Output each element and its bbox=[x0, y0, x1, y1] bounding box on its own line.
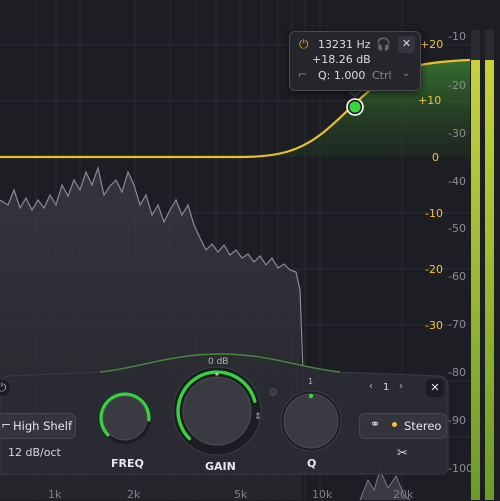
chevron-down-icon[interactable]: ⌄ bbox=[402, 68, 410, 79]
meter-label-minus20: -20 bbox=[448, 79, 466, 92]
freq-label-20k: 20k bbox=[393, 488, 414, 501]
gain-zero-label: 0 dB bbox=[208, 357, 229, 367]
meter-label-minus100: -100 bbox=[448, 462, 473, 475]
stereo-label: Stereo bbox=[404, 419, 442, 433]
slope-selector[interactable]: 12 dB/oct bbox=[8, 446, 61, 459]
freq-knob[interactable] bbox=[99, 392, 151, 444]
meter-label-minus30: -30 bbox=[448, 127, 466, 140]
gain-scale-icon[interactable]: ⇕ bbox=[254, 412, 262, 422]
db-label-minus10: -10 bbox=[425, 207, 443, 220]
band-node-dot bbox=[349, 101, 361, 113]
gain-knob[interactable] bbox=[172, 366, 262, 456]
meter-right-level bbox=[485, 60, 494, 500]
q-label: Q bbox=[307, 457, 317, 470]
freq-label: FREQ bbox=[111, 457, 144, 470]
high-shelf-icon: ⌐ bbox=[298, 68, 308, 81]
freq-label-1k: 1k bbox=[48, 488, 62, 501]
shape-dropdown[interactable]: ⌐ High Shelf bbox=[0, 413, 76, 439]
freq-label-5k: 5k bbox=[234, 488, 248, 501]
split-scissors-icon[interactable]: ✂ bbox=[397, 446, 408, 461]
meter-label-minus40: -40 bbox=[448, 175, 466, 188]
high-shelf-icon: ⌐ bbox=[1, 418, 12, 432]
next-band-icon[interactable]: › bbox=[399, 381, 403, 392]
settings-gear-icon[interactable]: ⚙ bbox=[268, 386, 278, 399]
close-icon[interactable]: ✕ bbox=[398, 36, 415, 53]
db-label-minus30: -30 bbox=[425, 319, 443, 332]
db-label-plus20: +20 bbox=[420, 38, 444, 51]
power-icon[interactable]: ⏻ bbox=[299, 37, 309, 52]
band-number: 1 bbox=[383, 382, 390, 393]
tooltip-q: Q: 1.000 bbox=[318, 69, 366, 82]
db-label-minus20: -20 bbox=[425, 263, 443, 276]
stereo-dropdown[interactable]: ⚭ Stereo bbox=[359, 413, 447, 439]
meter-label-minus70: -70 bbox=[448, 318, 466, 331]
close-band-icon[interactable]: ✕ bbox=[426, 379, 444, 397]
q-knob[interactable] bbox=[280, 390, 342, 452]
band-tooltip: ⏻ 13231 Hz 🎧 ✕ +18.26 dB ⌐ Q: 1.000 Ctrl… bbox=[289, 31, 421, 91]
tooltip-modifier: Ctrl bbox=[372, 69, 392, 82]
shape-label: High Shelf bbox=[13, 419, 72, 433]
meter-label-minus60: -60 bbox=[448, 270, 466, 283]
gain-label: GAIN bbox=[205, 460, 236, 473]
db-label-zero: 0 bbox=[432, 151, 439, 164]
prev-band-icon[interactable]: ‹ bbox=[369, 381, 373, 392]
db-label-plus10: +10 bbox=[418, 94, 442, 107]
meter-left-level bbox=[471, 60, 480, 500]
tooltip-gain: +18.26 dB bbox=[312, 53, 371, 66]
q-zero-label: 1 bbox=[308, 377, 314, 386]
freq-label-10k: 10k bbox=[312, 488, 333, 501]
meter-label-minus90: -90 bbox=[448, 414, 466, 427]
meter-label-minus80: -80 bbox=[448, 366, 466, 379]
meter-label-minus50: -50 bbox=[448, 222, 466, 235]
meter-label-minus10: -10 bbox=[448, 30, 466, 43]
stereo-indicator bbox=[392, 422, 397, 427]
headphones-icon[interactable]: 🎧 bbox=[376, 37, 391, 51]
stereo-link-icon: ⚭ bbox=[370, 417, 381, 431]
tooltip-frequency: 13231 Hz bbox=[318, 38, 371, 51]
freq-label-2k: 2k bbox=[127, 488, 141, 501]
